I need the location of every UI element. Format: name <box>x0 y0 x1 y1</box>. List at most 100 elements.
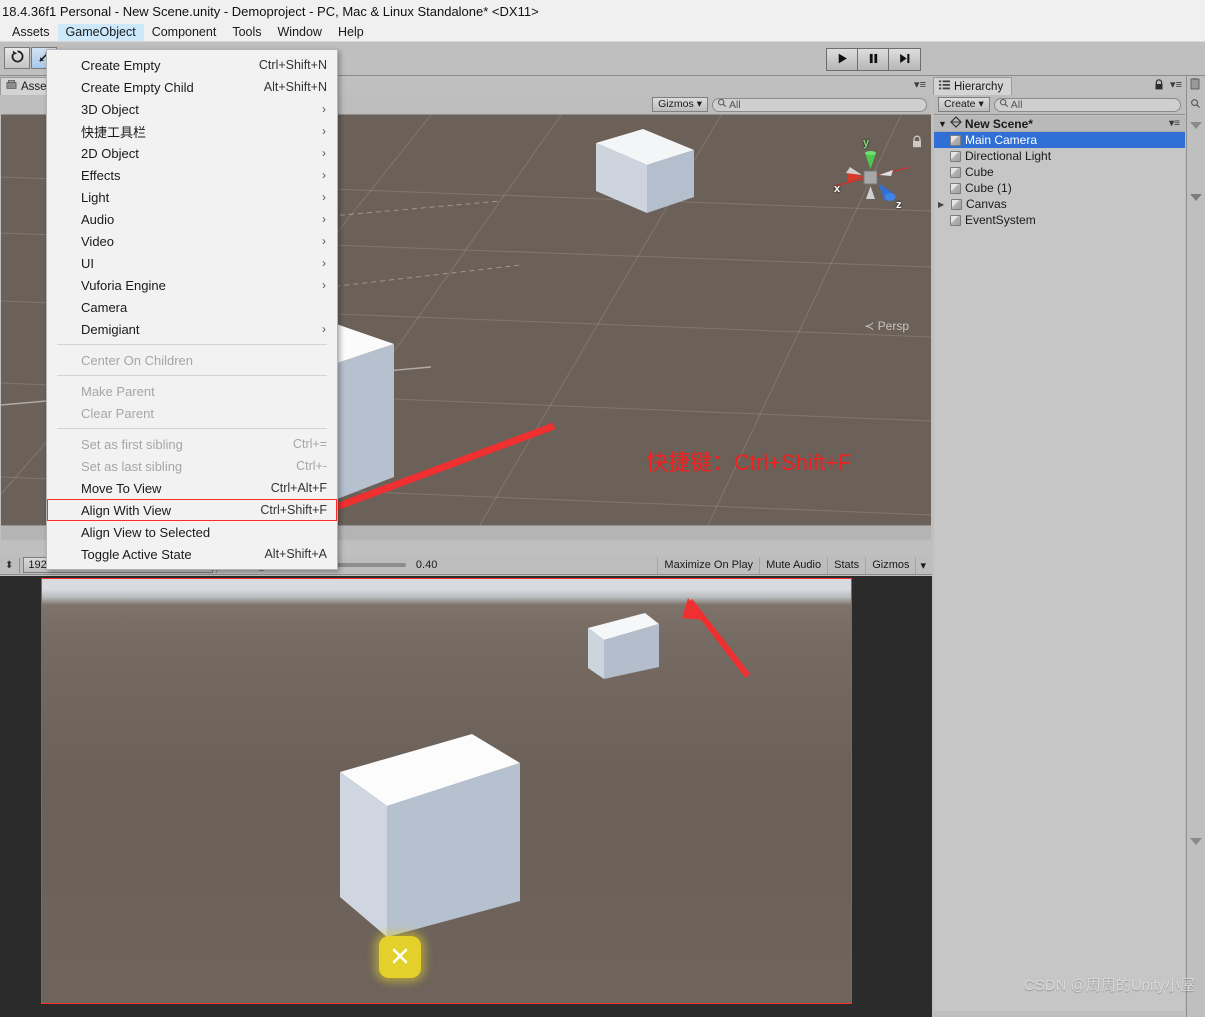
menu-item-align-view-to-selected[interactable]: Align View to Selected <box>47 521 337 543</box>
step-button[interactable] <box>889 49 920 70</box>
hierarchy-item-cube[interactable]: Cube <box>934 164 1185 180</box>
hierarchy-search-input[interactable]: All <box>993 97 1181 112</box>
expand-triangle-icon[interactable]: ▼ <box>938 119 947 129</box>
game-close-button[interactable] <box>379 936 421 978</box>
hierarchy-scene-row[interactable]: ▼ New Scene* ▾≡ <box>934 116 1185 132</box>
inspector-panel-edge[interactable] <box>1186 76 1205 1017</box>
hierarchy-item-main-camera[interactable]: Main Camera <box>934 132 1185 148</box>
game-gizmos-chevron[interactable]: ▾ <box>915 556 930 574</box>
tab-hierarchy[interactable]: Hierarchy <box>933 77 1013 95</box>
menu-separator <box>57 428 327 429</box>
menu-item-label: UI <box>81 255 94 271</box>
submenu-arrow-icon: › <box>322 278 326 292</box>
stats-button[interactable]: Stats <box>827 556 865 574</box>
menu-item-make-parent: Make Parent <box>47 380 337 402</box>
scene-gizmos-label: Gizmos <box>658 98 694 110</box>
hierarchy-item-eventsystem[interactable]: EventSystem <box>934 212 1185 228</box>
menu-item-audio[interactable]: Audio › <box>47 208 337 230</box>
menu-item-toggle-active-state[interactable]: Toggle Active State Alt+Shift+A <box>47 543 337 565</box>
menu-item-video[interactable]: Video › <box>47 230 337 252</box>
menu-item-shortcut: Ctrl+Shift+F <box>260 503 327 517</box>
game-cube-large <box>340 734 520 937</box>
hierarchy-item-cube-1[interactable]: Cube (1) <box>934 180 1185 196</box>
menu-item-label: Set as first sibling <box>81 436 183 452</box>
search-icon <box>999 98 1009 111</box>
play-button[interactable] <box>827 49 858 70</box>
menu-item-create-empty-child[interactable]: Create Empty Child Alt+Shift+N <box>47 76 337 98</box>
menu-item-clear-parent: Clear Parent <box>47 402 337 424</box>
hierarchy-tree[interactable]: ▼ New Scene* ▾≡ Main Camera Directional … <box>934 116 1185 1011</box>
menu-item-ui[interactable]: UI › <box>47 252 337 274</box>
hierarchy-item-canvas[interactable]: ▶ Canvas <box>934 196 1185 212</box>
menubar-item-tools[interactable]: Tools <box>224 24 269 41</box>
menu-item-align-with-view[interactable]: Align With View Ctrl+Shift+F <box>47 499 337 521</box>
step-icon <box>898 52 911 68</box>
game-viewport[interactable] <box>0 576 932 1017</box>
gameobject-icon <box>950 166 961 178</box>
submenu-arrow-icon: › <box>322 256 326 270</box>
menu-item-label: Create Empty <box>81 57 161 73</box>
game-render-area <box>41 578 852 1004</box>
hierarchy-create-button[interactable]: Create ▾ <box>938 97 990 112</box>
menubar-item-component[interactable]: Component <box>144 24 225 41</box>
menu-item-create-empty[interactable]: Create Empty Ctrl+Shift+N <box>47 54 337 76</box>
scene-lock-icon[interactable] <box>911 135 923 152</box>
menu-bar: Assets GameObject Component Tools Window… <box>0 24 1205 42</box>
maximize-on-play-button[interactable]: Maximize On Play <box>657 556 759 574</box>
scene-perspective-label[interactable]: ≺ Persp <box>864 319 909 333</box>
submenu-arrow-icon: › <box>322 168 326 182</box>
menubar-item-window[interactable]: Window <box>270 24 330 41</box>
game-gizmos-button[interactable]: Gizmos <box>865 556 915 574</box>
pause-button[interactable] <box>858 49 889 70</box>
expand-triangle-icon[interactable]: ▶ <box>938 200 947 209</box>
menu-item-2d-object[interactable]: 2D Object › <box>47 142 337 164</box>
play-icon <box>836 52 849 68</box>
menubar-item-gameobject[interactable]: GameObject <box>57 24 144 41</box>
inspector-search-icon[interactable] <box>1190 98 1201 112</box>
scene-gizmos-dropdown[interactable]: Gizmos ▾ <box>652 97 708 112</box>
mute-audio-button[interactable]: Mute Audio <box>759 556 827 574</box>
submenu-arrow-icon: › <box>322 190 326 204</box>
menu-item-label: Set as last sibling <box>81 458 183 474</box>
display-stepper-icon[interactable]: ⬍ <box>2 560 16 571</box>
menu-item-3d-object[interactable]: 3D Object › <box>47 98 337 120</box>
gameobject-icon <box>950 182 961 194</box>
chevron-left-icon: ≺ <box>864 319 875 333</box>
menu-item-move-to-view[interactable]: Move To View Ctrl+Alt+F <box>47 477 337 499</box>
game-scene-svg <box>340 613 659 937</box>
rotate-tool-button[interactable] <box>4 47 30 69</box>
menu-item-label: Align View to Selected <box>81 524 211 540</box>
menu-item-demigiant[interactable]: Demigiant › <box>47 318 337 340</box>
menu-item-shortcut: Ctrl+Shift+N <box>258 58 327 72</box>
expand-arrow-icon[interactable] <box>1190 838 1202 845</box>
scene-row-menu-icon[interactable]: ▾≡ <box>1169 118 1185 129</box>
menu-item-effects[interactable]: Effects › <box>47 164 337 186</box>
scene-search-placeholder: All <box>729 98 741 111</box>
window-title-bar: 18.4.36f1 Personal - New Scene.unity - D… <box>0 0 1205 24</box>
menu-item-vuforia-engine[interactable]: Vuforia Engine › <box>47 274 337 296</box>
hierarchy-lock-icon[interactable] <box>1154 79 1164 94</box>
menu-item-label: Move To View <box>81 480 162 496</box>
menu-item-label: 3D Object <box>81 101 139 117</box>
menubar-item-assets[interactable]: Assets <box>4 24 58 41</box>
scene-axis-gizmo[interactable]: y x z <box>822 137 920 217</box>
scene-search-input[interactable]: All <box>712 97 927 112</box>
collapse-arrow-icon-2[interactable] <box>1190 194 1202 201</box>
hierarchy-panel-menu-icon[interactable]: ▾≡ <box>1170 78 1182 91</box>
persp-text: Persp <box>877 319 909 333</box>
menu-item-light[interactable]: Light › <box>47 186 337 208</box>
menu-item-shortcut: Ctrl+- <box>296 459 327 473</box>
collapse-arrow-icon[interactable] <box>1190 122 1202 129</box>
submenu-arrow-icon: › <box>322 102 326 116</box>
menu-item-shortcut: Ctrl+= <box>292 437 327 451</box>
menu-item-label: Video <box>81 233 115 249</box>
csdn-watermark: CSDN @周周的Unity小屋 <box>1023 977 1195 994</box>
hierarchy-item-directional-light[interactable]: Directional Light <box>934 148 1185 164</box>
scene-panel-menu-icon[interactable]: ▾≡ <box>914 78 926 91</box>
menu-item-camera[interactable]: Camera <box>47 296 337 318</box>
menu-item-quick-toolbar[interactable]: 快捷工具栏 › <box>47 120 337 142</box>
menu-item-set-as-first-sibling: Set as first sibling Ctrl+= <box>47 433 337 455</box>
hierarchy-search-placeholder: All <box>1010 98 1023 111</box>
menubar-item-help[interactable]: Help <box>330 24 372 41</box>
inspector-icon <box>1189 78 1201 93</box>
